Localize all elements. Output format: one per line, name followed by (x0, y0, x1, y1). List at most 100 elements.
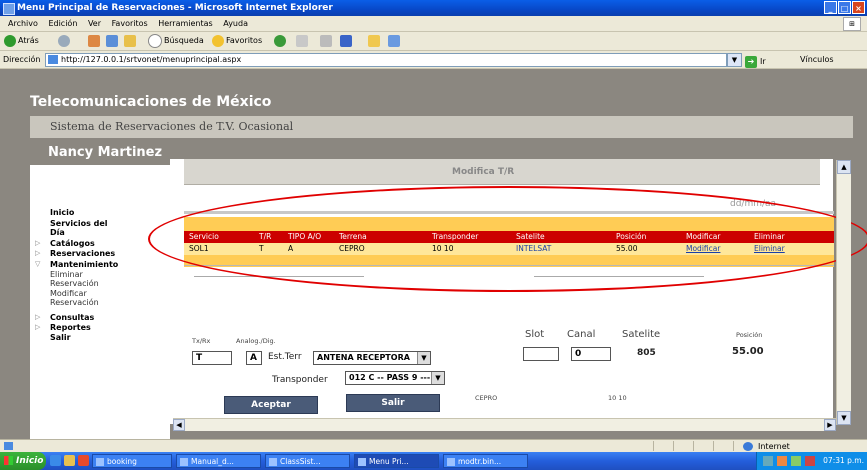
left-nav: Inicio Servicios del Día ▷ Catálogos ▷ R… (30, 165, 170, 439)
minimize-button[interactable]: _ (824, 1, 837, 14)
stop-button[interactable] (88, 32, 102, 50)
page-icon (48, 55, 58, 64)
reportes-expand-icon[interactable]: ▷ (35, 323, 40, 331)
est-terr-label: Est.Terr (268, 352, 302, 362)
nav-eliminar-reservacion[interactable]: Reservación (50, 279, 99, 288)
tray-icon[interactable] (791, 456, 801, 466)
status-bar: Internet (0, 439, 867, 453)
forward-button[interactable] (58, 32, 72, 50)
nav-servicios-del-dia[interactable]: Servicios del (50, 219, 108, 228)
favorites-button[interactable]: Favoritos (212, 32, 262, 50)
mantenimiento-collapse-icon[interactable]: ▽ (35, 260, 40, 268)
posicion-label: Posición (736, 331, 763, 339)
nav-salir[interactable]: Salir (50, 333, 71, 342)
address-bar: Dirección http://127.0.0.1/srtvonet/menu… (0, 51, 867, 69)
print-button[interactable] (320, 32, 334, 50)
transponder-select[interactable]: 012 C -- PASS 9 --- ▼ (345, 371, 445, 385)
links-button[interactable]: Vínculos (800, 51, 834, 68)
tray-icon[interactable] (777, 456, 787, 466)
salir-button[interactable]: Salir (346, 394, 440, 412)
nav-consultas[interactable]: Consultas (50, 313, 94, 322)
system-title: Sistema de Reservaciones de T.V. Ocasion… (50, 120, 294, 133)
consultas-expand-icon[interactable]: ▷ (35, 313, 40, 321)
org-title: Telecomunicaciones de México (30, 94, 272, 110)
star-icon (212, 34, 224, 47)
nav-reportes[interactable]: Reportes (50, 323, 91, 332)
file-icon (447, 458, 455, 466)
tray-icon[interactable] (805, 456, 815, 466)
messenger-icon (388, 34, 400, 47)
back-button[interactable]: Atrás (4, 32, 39, 50)
close-button[interactable]: × (852, 1, 865, 14)
menu-ayuda[interactable]: Ayuda (223, 19, 248, 28)
word-icon (180, 458, 188, 466)
slot-input[interactable] (523, 347, 559, 361)
folder-icon (368, 34, 380, 47)
scroll-down-icon[interactable]: ▼ (837, 411, 851, 425)
nav-inicio[interactable]: Inicio (50, 208, 74, 217)
refresh-button[interactable] (106, 32, 120, 50)
history-button[interactable] (274, 32, 288, 50)
home-button[interactable] (124, 32, 138, 50)
analog-dig-input[interactable]: A (246, 351, 262, 365)
task-manual[interactable]: Manual_d... (176, 454, 261, 468)
tx-rx-input[interactable]: T (192, 351, 232, 365)
aceptar-button[interactable]: Aceptar (224, 396, 318, 414)
maximize-button[interactable]: □ (838, 1, 851, 14)
task-menu-principal[interactable]: Menu Pri... (354, 454, 439, 468)
scroll-left-icon[interactable]: ◀ (173, 419, 185, 431)
nav-catalogos[interactable]: Catálogos (50, 239, 95, 248)
search-button[interactable]: Búsqueda (148, 32, 204, 50)
user-name: Nancy Martinez (48, 145, 163, 160)
nav-eliminar[interactable]: Eliminar (50, 270, 83, 279)
highlight-ellipse (148, 186, 867, 292)
vertical-scrollbar[interactable]: ▲ ▼ (836, 160, 851, 425)
print-icon (320, 34, 332, 47)
menu-herramientas[interactable]: Herramientas (158, 19, 213, 28)
est-terr-select[interactable]: ANTENA RECEPTORA ▼ (313, 351, 431, 365)
start-button[interactable]: Inicio (0, 452, 46, 470)
menu-favoritos[interactable]: Favoritos (112, 19, 148, 28)
nav-modificar[interactable]: Modificar (50, 289, 87, 298)
catalogos-expand-icon[interactable]: ▷ (35, 239, 40, 247)
nav-modificar-reservacion[interactable]: Reservación (50, 298, 99, 307)
canal-input[interactable]: 0 (571, 347, 611, 361)
forward-arrow-icon (58, 34, 70, 47)
task-classsist[interactable]: ClassSist... (265, 454, 350, 468)
mail-button[interactable] (296, 32, 310, 50)
analog-dig-label: Analog./Dig. (236, 337, 276, 345)
desktop-quicklaunch-icon[interactable] (64, 455, 75, 466)
menu-ver[interactable]: Ver (88, 19, 101, 28)
home-icon (124, 34, 136, 47)
slot-label: Slot (525, 329, 545, 340)
menu-archivo[interactable]: Archivo (8, 19, 38, 28)
address-dropdown-button[interactable]: ▼ (727, 53, 742, 67)
reservaciones-expand-icon[interactable]: ▷ (35, 249, 40, 257)
terrena-text: CEPRO (475, 394, 498, 402)
nav-servicios-dia-label[interactable]: Día (50, 228, 65, 237)
media-quicklaunch-icon[interactable] (78, 455, 89, 466)
scroll-right-icon[interactable]: ▶ (824, 419, 836, 431)
status-divider (733, 441, 734, 451)
windows-flag-icon: ⊞ (843, 17, 861, 31)
task-booking[interactable]: booking (92, 454, 172, 468)
tx-rx-label: Tx/Rx (192, 337, 211, 345)
folder-button[interactable] (368, 32, 382, 50)
go-button[interactable]: ➔ Ir (745, 53, 781, 68)
word-icon (340, 34, 352, 47)
edit-button[interactable] (340, 32, 354, 50)
address-input[interactable]: http://127.0.0.1/srtvonet/menuprincipal.… (45, 53, 727, 67)
horizontal-scrollbar[interactable]: ◀ ▶ (173, 418, 836, 431)
ie-quicklaunch-icon[interactable] (50, 455, 61, 466)
go-arrow-icon: ➔ (745, 56, 757, 68)
scroll-up-icon[interactable]: ▲ (837, 160, 851, 174)
nav-mantenimiento[interactable]: Mantenimiento (50, 260, 118, 269)
history-icon (274, 34, 286, 47)
task-modtr[interactable]: modtr.bin... (443, 454, 528, 468)
back-arrow-icon (4, 34, 16, 47)
nav-reservaciones[interactable]: Reservaciones (50, 249, 115, 258)
tray-icon[interactable] (763, 456, 773, 466)
messenger-button[interactable] (388, 32, 402, 50)
status-divider (673, 441, 674, 451)
menu-edicion[interactable]: Edición (48, 19, 77, 28)
